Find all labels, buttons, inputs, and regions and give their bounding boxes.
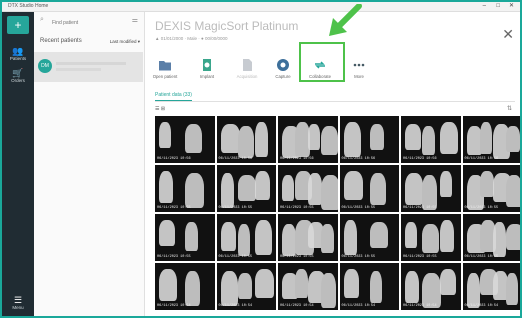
sort-icon[interactable]: ⇅ xyxy=(507,105,512,112)
add-button[interactable]: + xyxy=(7,16,29,34)
xray-thumbnail[interactable]: 06/11/2023 10:55 xyxy=(401,165,461,212)
xray-thumbnail[interactable]: 06/11/2023 10:55 xyxy=(278,214,338,261)
patient-subtitle: ▲ 01/01/2000 · Male · ● 00/00/0000 xyxy=(155,36,228,41)
maximize-icon[interactable]: □ xyxy=(496,2,500,11)
xray-thumbnail[interactable]: 06/11/2023 10:55 xyxy=(216,165,276,212)
xray-thumbnail[interactable]: 06/11/2023 10:55 xyxy=(462,214,520,261)
rail-item-label: Menu xyxy=(12,305,24,310)
xray-thumbnail[interactable]: 06/11/2023 10:54 xyxy=(278,263,338,310)
xray-thumbnail[interactable]: 06/11/2023 10:54 xyxy=(155,263,215,310)
collaborate-highlight xyxy=(299,42,345,82)
xray-thumbnail[interactable]: 06/11/2023 10:55 xyxy=(155,165,215,212)
xray-date: 06/11/2023 10:54 xyxy=(464,304,499,308)
xray-date: 06/11/2023 10:55 xyxy=(403,206,437,210)
more-icon xyxy=(353,63,365,67)
rail-item-patients[interactable]: 👥 Patients xyxy=(2,46,34,61)
xray-thumbnail[interactable]: 06/11/2023 10:56 xyxy=(462,116,520,163)
close-icon[interactable]: ✕ xyxy=(502,26,514,43)
patient-detail: DEXIS MagicSort Platinum ▲ 01/01/2000 · … xyxy=(145,4,520,316)
people-icon: 👥 xyxy=(12,46,24,56)
view-toggle-icon[interactable]: ☰ ⊞ xyxy=(155,106,165,112)
open-patient-button[interactable]: Open patient xyxy=(149,58,181,79)
capture-button[interactable]: Capture xyxy=(267,58,299,79)
folder-icon xyxy=(159,61,171,71)
xray-date: 06/11/2023 10:55 xyxy=(218,206,253,210)
xray-date: 06/11/2023 10:55 xyxy=(280,255,314,259)
xray-thumbnail[interactable]: 06/11/2023 10:55 xyxy=(216,214,276,261)
xray-thumbnail[interactable]: 06/11/2023 10:54 xyxy=(339,263,399,310)
xray-thumbnail[interactable]: 06/11/2023 10:55 xyxy=(339,165,399,212)
document-icon xyxy=(243,59,252,71)
capture-icon xyxy=(277,59,289,71)
recent-patients-heading: Recent patients xyxy=(40,38,82,44)
xray-thumbnail[interactable]: 06/11/2023 10:54 xyxy=(462,263,520,310)
xray-date: 06/11/2023 10:55 xyxy=(280,206,314,210)
xray-thumbnail[interactable]: 06/11/2023 10:56 xyxy=(339,116,399,163)
xray-date: 06/11/2023 10:55 xyxy=(403,255,437,259)
tab-patient-data[interactable]: Patient data (33) xyxy=(155,92,192,101)
patient-list-item[interactable]: DM xyxy=(34,52,143,82)
patients-panel: ⌕ ⚌ Recent patients Last modified ▾ DM xyxy=(34,12,145,316)
rail-item-label: Patients xyxy=(9,56,27,61)
minimize-icon[interactable]: – xyxy=(483,2,486,11)
xray-date: 06/11/2023 10:56 xyxy=(464,157,499,161)
implant-icon xyxy=(203,59,211,71)
search-bar: ⌕ ⚌ xyxy=(40,16,138,30)
xray-date: 06/11/2023 10:55 xyxy=(218,255,253,259)
xray-thumbnail[interactable]: 06/11/2023 10:54 xyxy=(216,263,276,310)
xray-date: 06/11/2023 10:54 xyxy=(341,304,376,308)
xray-thumbnail[interactable]: 06/11/2023 10:54 xyxy=(401,263,461,310)
xray-date: 06/11/2023 10:55 xyxy=(157,206,191,210)
rail-item-menu[interactable]: ☰ Menu xyxy=(2,295,34,310)
implant-button[interactable]: Implant xyxy=(191,58,223,79)
xray-thumbnail[interactable]: 06/11/2023 10:56 xyxy=(155,116,215,163)
patient-name-placeholder xyxy=(56,62,126,65)
xray-date: 06/11/2023 10:55 xyxy=(464,206,499,210)
xray-date: 06/11/2023 10:56 xyxy=(280,157,314,161)
app-window: DTX Studio Home – □ ✕ + 👥 Patients 🛒 Ord… xyxy=(0,0,522,318)
xray-date: 06/11/2023 10:56 xyxy=(341,157,376,161)
nav-rail: + 👥 Patients 🛒 Orders ☰ Menu xyxy=(2,12,34,316)
title-bar: DTX Studio Home – □ ✕ xyxy=(2,2,520,12)
xray-thumbnail[interactable]: 06/11/2023 10:55 xyxy=(155,214,215,261)
close-window-icon[interactable]: ✕ xyxy=(509,2,514,11)
patient-info-placeholder xyxy=(56,68,101,71)
acquisition-button[interactable]: Acquisition xyxy=(231,58,263,79)
avatar: DM xyxy=(38,59,52,73)
xray-date: 06/11/2023 10:55 xyxy=(464,255,499,259)
xray-thumbnail[interactable]: 06/11/2023 10:56 xyxy=(278,116,338,163)
cart-icon: 🛒 xyxy=(12,68,24,78)
xray-date: 06/11/2023 10:55 xyxy=(341,206,376,210)
hamburger-icon: ☰ xyxy=(13,295,23,305)
xray-date: 06/11/2023 10:56 xyxy=(157,157,191,161)
xray-date: 06/11/2023 10:56 xyxy=(218,157,253,161)
window-title: DTX Studio Home xyxy=(8,3,49,9)
xray-date: 06/11/2023 10:54 xyxy=(157,304,191,308)
page-title: DEXIS MagicSort Platinum xyxy=(155,19,299,33)
xray-date: 06/11/2023 10:54 xyxy=(280,304,314,308)
xray-thumbnail[interactable]: 06/11/2023 10:55 xyxy=(401,214,461,261)
arrow-icon xyxy=(329,4,362,36)
xray-grid: 06/11/2023 10:56 06/11/2023 10:56 06/11/20… xyxy=(155,116,520,316)
rail-item-orders[interactable]: 🛒 Orders xyxy=(2,68,34,83)
more-button[interactable]: More xyxy=(343,58,375,79)
search-icon: ⌕ xyxy=(40,16,44,23)
xray-thumbnail[interactable]: 06/11/2023 10:55 xyxy=(278,165,338,212)
sort-dropdown[interactable]: Last modified ▾ xyxy=(110,39,140,45)
xray-thumbnail[interactable]: 06/11/2023 10:55 xyxy=(339,214,399,261)
rail-item-label: Orders xyxy=(11,78,25,83)
filter-icon[interactable]: ⚌ xyxy=(132,16,138,24)
xray-date: 06/11/2023 10:54 xyxy=(218,304,253,308)
xray-thumbnail[interactable]: 06/11/2023 10:55 xyxy=(462,165,520,212)
xray-date: 06/11/2023 10:56 xyxy=(403,157,437,161)
tab-divider xyxy=(155,101,515,102)
xray-date: 06/11/2023 10:55 xyxy=(341,255,376,259)
xray-thumbnail[interactable]: 06/11/2023 10:56 xyxy=(401,116,461,163)
search-input[interactable] xyxy=(52,16,122,30)
xray-date: 06/11/2023 10:54 xyxy=(403,304,437,308)
xray-thumbnail[interactable]: 06/11/2023 10:56 xyxy=(216,116,276,163)
xray-date: 06/11/2023 10:55 xyxy=(157,255,191,259)
